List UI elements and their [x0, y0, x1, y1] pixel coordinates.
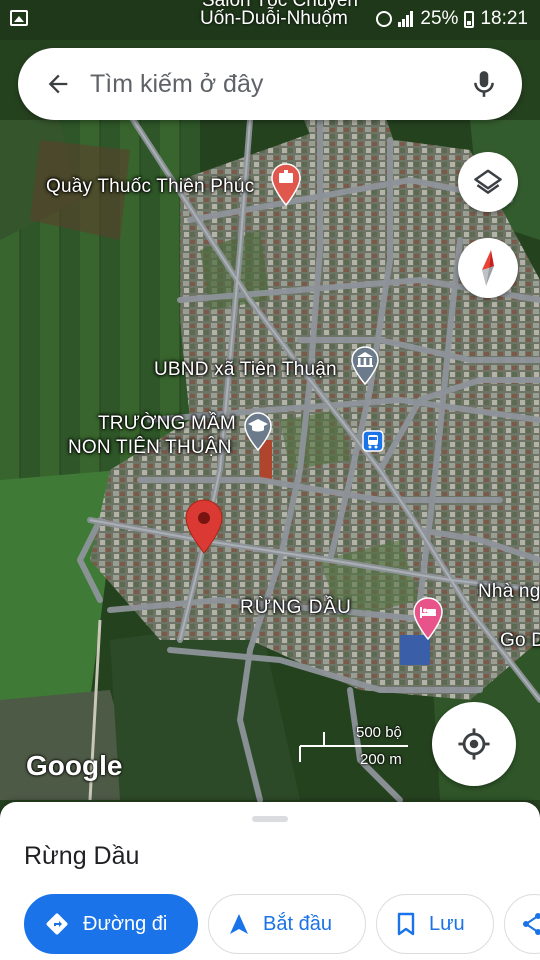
search-bar[interactable] — [18, 48, 522, 120]
map-label-right-2[interactable]: Go D — [500, 630, 540, 652]
scale-bar: 500 bộ 200 m — [298, 724, 410, 770]
place-title: Rừng Dầu — [24, 842, 140, 870]
pharmacy-marker-icon[interactable] — [270, 163, 302, 207]
share-icon — [521, 912, 540, 936]
google-logo: Google — [26, 750, 123, 781]
layers-button[interactable] — [458, 152, 518, 212]
map-label-school-line1[interactable]: TRƯỜNG MẦM — [98, 413, 236, 435]
directions-label: Đường đi — [83, 912, 168, 935]
map-label-pharmacy[interactable]: Quầy Thuốc Thiên Phúc — [46, 176, 254, 198]
lodging-marker-icon[interactable] — [412, 597, 444, 641]
gallery-icon — [10, 10, 28, 26]
layers-icon — [474, 169, 502, 194]
alarm-icon — [376, 11, 393, 27]
map-label-right-1[interactable]: Nhà ng — [478, 581, 540, 603]
directions-icon — [45, 912, 69, 936]
status-bar: Salon Tóc Chuyên Uốn-Duỗi-Nhuộm 25% 18:2… — [0, 0, 540, 38]
start-label: Bắt đầu — [263, 912, 332, 935]
bookmark-icon — [397, 912, 415, 936]
my-location-icon — [458, 728, 490, 760]
compass-icon — [482, 250, 494, 286]
government-marker-icon[interactable] — [350, 346, 380, 386]
action-chips: Đường đi Bắt đầu Lưu — [24, 894, 540, 954]
directions-button[interactable]: Đường đi — [24, 894, 198, 954]
school-marker-icon[interactable] — [243, 412, 273, 452]
my-location-button[interactable] — [432, 702, 516, 786]
save-label: Lưu — [429, 912, 465, 935]
drag-handle[interactable] — [252, 816, 288, 822]
clock: 18:21 — [480, 8, 528, 29]
map-label-salon-line2: Uốn-Duỗi-Nhuộm — [200, 8, 348, 29]
scale-metric-label: 200 m — [360, 751, 402, 768]
microphone-icon[interactable] — [458, 58, 510, 110]
compass-button[interactable] — [458, 238, 518, 298]
share-button[interactable] — [504, 894, 540, 954]
save-button[interactable]: Lưu — [376, 894, 494, 954]
map-label-committee[interactable]: UBND xã Tiên Thuận — [154, 359, 337, 381]
selected-location-pin-icon[interactable] — [183, 498, 225, 556]
back-arrow-icon[interactable] — [32, 58, 84, 110]
map-label-school-line2[interactable]: NON TIÊN THUẬN — [68, 437, 232, 459]
map-label-area: RỪNG DẦU — [240, 597, 352, 618]
bus-stop-icon[interactable] — [362, 430, 384, 452]
battery-percent: 25% — [420, 8, 459, 29]
start-navigation-button[interactable]: Bắt đầu — [208, 894, 366, 954]
battery-icon — [464, 10, 475, 28]
status-indicators: 25% 18:21 — [376, 8, 528, 30]
navigation-arrow-icon — [229, 913, 249, 935]
search-input[interactable] — [90, 69, 458, 99]
place-bottom-sheet[interactable]: Rừng Dầu Đường đi Bắt đầu Lưu — [0, 802, 540, 960]
scale-imperial-label: 500 bộ — [356, 724, 402, 741]
signal-icon — [398, 11, 414, 27]
